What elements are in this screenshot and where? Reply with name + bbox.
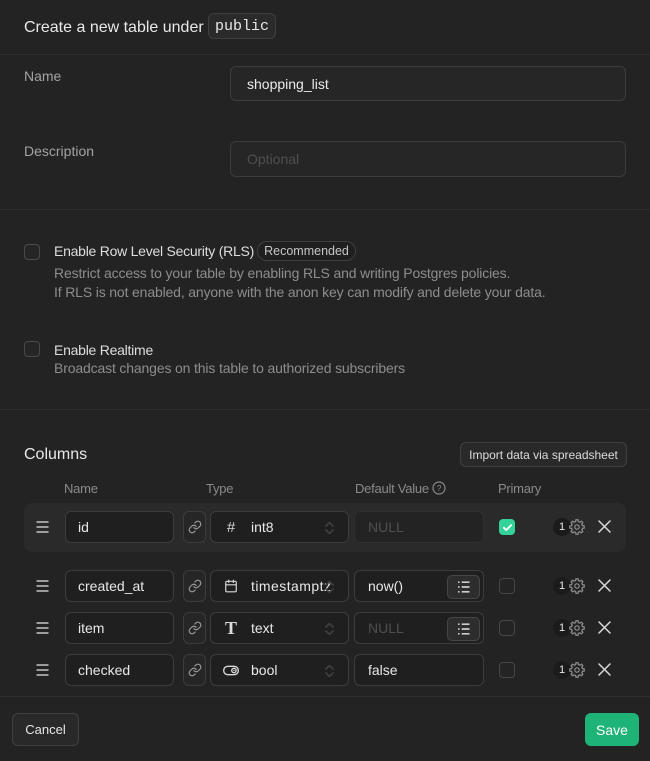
svg-text:?: ? xyxy=(437,483,442,493)
